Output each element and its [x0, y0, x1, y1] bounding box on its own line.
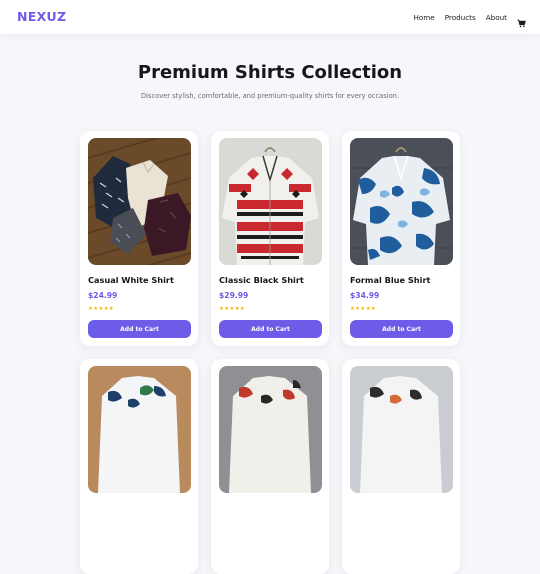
- product-image[interactable]: [88, 366, 191, 493]
- product-image[interactable]: [88, 138, 191, 265]
- nav-link-products[interactable]: Products: [445, 13, 476, 22]
- product-card[interactable]: Classic Black Shirt $29.99 ★★★★★ Add to …: [211, 131, 329, 346]
- product-card[interactable]: [211, 359, 329, 574]
- nav-link-about[interactable]: About: [486, 13, 507, 22]
- nav-link-home[interactable]: Home: [413, 13, 434, 22]
- cart-icon[interactable]: [517, 13, 526, 27]
- brand-logo[interactable]: NEXUZ: [17, 9, 66, 24]
- add-to-cart-button[interactable]: Add to Cart: [88, 320, 191, 338]
- product-image[interactable]: [350, 138, 453, 265]
- product-name: Classic Black Shirt: [219, 275, 304, 285]
- nav-menu: Home Products About: [413, 0, 526, 34]
- product-card[interactable]: [342, 359, 460, 574]
- product-price: $34.99: [350, 291, 380, 300]
- product-rating: ★★★★★: [88, 306, 115, 312]
- product-name: Casual White Shirt: [88, 275, 174, 285]
- product-rating: ★★★★★: [219, 306, 246, 312]
- product-card[interactable]: [80, 359, 198, 574]
- product-rating: ★★★★★: [350, 306, 377, 312]
- product-card[interactable]: Casual White Shirt $24.99 ★★★★★ Add to C…: [80, 131, 198, 346]
- add-to-cart-button[interactable]: Add to Cart: [219, 320, 322, 338]
- add-to-cart-button[interactable]: Add to Cart: [350, 320, 453, 338]
- page-subtitle: Discover stylish, comfortable, and premi…: [140, 92, 400, 100]
- product-price: $29.99: [219, 291, 249, 300]
- product-price: $24.99: [88, 291, 118, 300]
- product-image[interactable]: [219, 138, 322, 265]
- product-image[interactable]: [219, 366, 322, 493]
- top-navbar: NEXUZ Home Products About: [0, 0, 540, 34]
- product-name: Formal Blue Shirt: [350, 275, 431, 285]
- page-title: Premium Shirts Collection: [137, 62, 403, 83]
- product-card[interactable]: Formal Blue Shirt $34.99 ★★★★★ Add to Ca…: [342, 131, 460, 346]
- product-image[interactable]: [350, 366, 453, 493]
